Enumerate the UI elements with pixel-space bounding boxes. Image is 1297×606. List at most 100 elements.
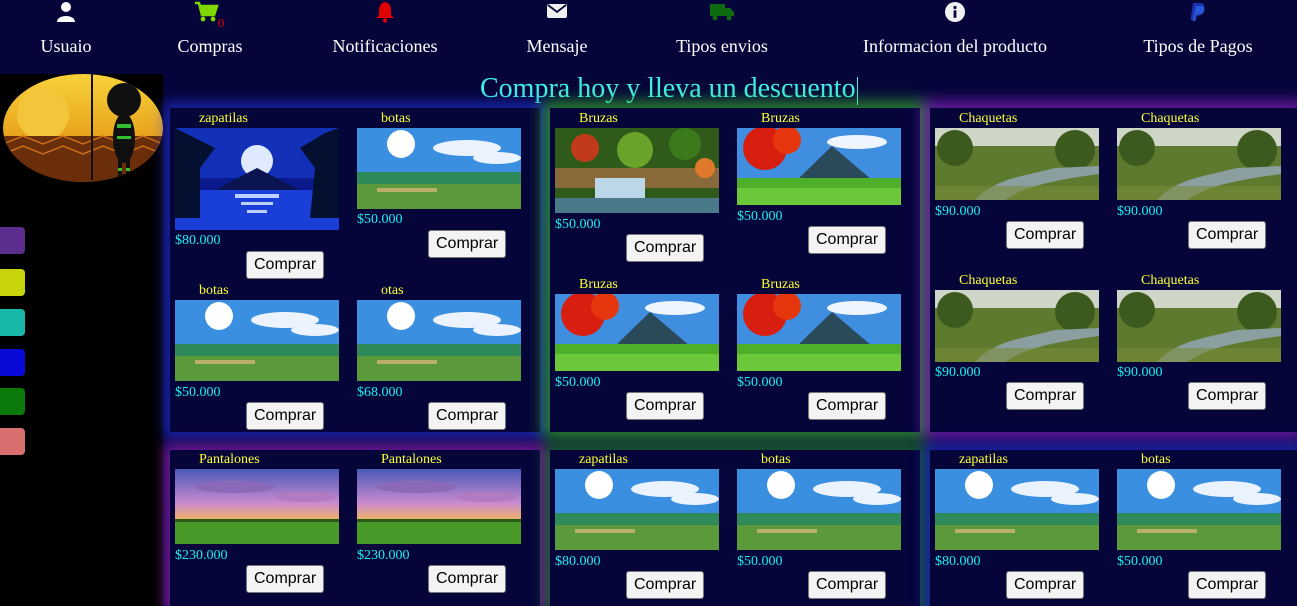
product-image-garden-waterfall[interactable] — [555, 128, 719, 213]
nav-mensaje[interactable]: Mensaje — [516, 0, 598, 57]
nav-notificaciones-label: Notificaciones — [332, 36, 438, 56]
buy-button[interactable]: Comprar — [808, 392, 887, 420]
product-card: Bruzas $50.000 Comprar — [737, 277, 901, 427]
product-price: $230.000 — [175, 548, 228, 563]
product-name: Bruzas — [579, 111, 618, 126]
buy-button[interactable]: Comprar — [428, 230, 507, 258]
product-name: botas — [199, 283, 229, 298]
product-image-sunny-valley[interactable] — [935, 469, 1099, 550]
product-name: otas — [381, 283, 404, 298]
sidebar — [0, 74, 163, 606]
product-image-sunset-field[interactable] — [175, 469, 339, 544]
product-name: botas — [1141, 452, 1171, 467]
product-card: otas $68.000 Comprar — [357, 283, 521, 433]
nav-mensaje-label: Mensaje — [526, 36, 588, 56]
product-card: Bruzas $50.000 Comprar — [555, 277, 719, 427]
product-card: Chaquetas $90.000 Comprar — [1117, 273, 1281, 423]
product-card: Chaquetas $90.000 Comprar — [935, 273, 1099, 423]
nav-tipos-pagos[interactable]: Tipos de Pagos — [1132, 0, 1264, 57]
bell-icon — [320, 1, 450, 27]
product-card: Pantalones $230.000 Comprar — [175, 452, 339, 602]
product-price: $90.000 — [1117, 204, 1163, 219]
nav-tipos-envios[interactable]: Tipos envios — [664, 0, 780, 57]
product-image-sunny-valley[interactable] — [175, 300, 339, 381]
product-name: botas — [761, 452, 791, 467]
product-card: Bruzas $50.000 Comprar — [555, 111, 719, 262]
buy-button[interactable]: Comprar — [1006, 571, 1085, 599]
product-price: $50.000 — [737, 209, 783, 224]
buy-button[interactable]: Comprar — [1006, 382, 1085, 410]
product-image-flowering-tree[interactable] — [737, 294, 901, 371]
product-name: Chaquetas — [1141, 111, 1200, 126]
product-name: Chaquetas — [1141, 273, 1200, 288]
buy-button[interactable]: Comprar — [626, 234, 705, 262]
promo-headline-text: Compra hoy y lleva un descuento — [480, 73, 856, 104]
product-name: zapatilas — [199, 111, 248, 126]
product-price: $90.000 — [1117, 365, 1163, 380]
buy-button[interactable]: Comprar — [428, 402, 507, 430]
buy-button[interactable]: Comprar — [1188, 571, 1267, 599]
product-card: Chaquetas $90.000 Comprar — [1117, 111, 1281, 261]
color-swatch-pink[interactable] — [0, 428, 25, 455]
product-name: botas — [381, 111, 411, 126]
nav-notificaciones[interactable]: Notificaciones — [320, 0, 450, 57]
product-image-river-meadow[interactable] — [1117, 290, 1281, 362]
info-icon — [848, 1, 1062, 27]
product-name: Pantalones — [199, 452, 260, 467]
buy-button[interactable]: Comprar — [246, 402, 325, 430]
color-swatch-purple[interactable] — [0, 227, 25, 254]
product-card: Bruzas $50.000 Comprar — [737, 111, 901, 261]
buy-button[interactable]: Comprar — [1188, 221, 1267, 249]
product-price: $50.000 — [555, 375, 601, 390]
buy-button[interactable]: Comprar — [246, 251, 325, 279]
product-price: $80.000 — [935, 554, 981, 569]
product-name: Chaquetas — [959, 273, 1018, 288]
promo-headline: Compra hoy y lleva un descuento — [480, 73, 858, 105]
nav-informacion-label: Informacion del producto — [863, 36, 1047, 56]
product-image-sunny-valley[interactable] — [555, 469, 719, 550]
product-image-sunny-valley[interactable] — [737, 469, 901, 550]
buy-button[interactable]: Comprar — [626, 571, 705, 599]
color-swatch-blue[interactable] — [0, 349, 25, 376]
nav-compras[interactable]: 0 Compras — [168, 0, 252, 57]
buy-button[interactable]: Comprar — [808, 571, 887, 599]
product-image-flowering-tree[interactable] — [737, 128, 901, 205]
product-image-sunny-valley[interactable] — [1117, 469, 1281, 550]
product-price: $50.000 — [175, 385, 221, 400]
product-price: $80.000 — [555, 554, 601, 569]
truck-icon — [664, 1, 780, 27]
product-image-night-lake[interactable] — [175, 128, 339, 230]
product-price: $90.000 — [935, 204, 981, 219]
nav-informacion-producto[interactable]: Informacion del producto — [848, 0, 1062, 57]
product-image-river-meadow[interactable] — [1117, 128, 1281, 200]
color-swatch-green[interactable] — [0, 388, 25, 415]
product-image-sunset-field[interactable] — [357, 469, 521, 544]
product-price: $230.000 — [357, 548, 410, 563]
product-price: $68.000 — [357, 385, 403, 400]
buy-button[interactable]: Comprar — [808, 226, 887, 254]
buy-button[interactable]: Comprar — [1006, 221, 1085, 249]
product-price: $80.000 — [175, 233, 221, 248]
buy-button[interactable]: Comprar — [1188, 382, 1267, 410]
color-swatch-teal[interactable] — [0, 309, 25, 336]
paypal-icon — [1132, 1, 1264, 27]
buy-button[interactable]: Comprar — [428, 565, 507, 593]
product-image-flowering-tree[interactable] — [555, 294, 719, 371]
nav-usuario[interactable]: Usuaio — [30, 0, 102, 57]
buy-button[interactable]: Comprar — [626, 392, 705, 420]
color-swatch-yellow[interactable] — [0, 269, 25, 296]
product-card: zapatilas $80.000 Comprar — [175, 111, 339, 281]
product-card: botas $50.000 Comprar — [1117, 452, 1281, 602]
nav-usuario-label: Usuaio — [40, 36, 92, 56]
product-card: zapatilas $80.000 Comprar — [555, 452, 719, 602]
buy-button[interactable]: Comprar — [246, 565, 325, 593]
product-card: Chaquetas $90.000 Comprar — [935, 111, 1099, 261]
product-name: Chaquetas — [959, 111, 1018, 126]
product-price: $50.000 — [357, 212, 403, 227]
product-image-sunny-valley[interactable] — [357, 128, 521, 209]
product-image-river-meadow[interactable] — [935, 290, 1099, 362]
product-name: zapatilas — [579, 452, 628, 467]
product-image-river-meadow[interactable] — [935, 128, 1099, 200]
nav-tipos-pagos-label: Tipos de Pagos — [1143, 36, 1253, 56]
product-image-sunny-valley[interactable] — [357, 300, 521, 381]
